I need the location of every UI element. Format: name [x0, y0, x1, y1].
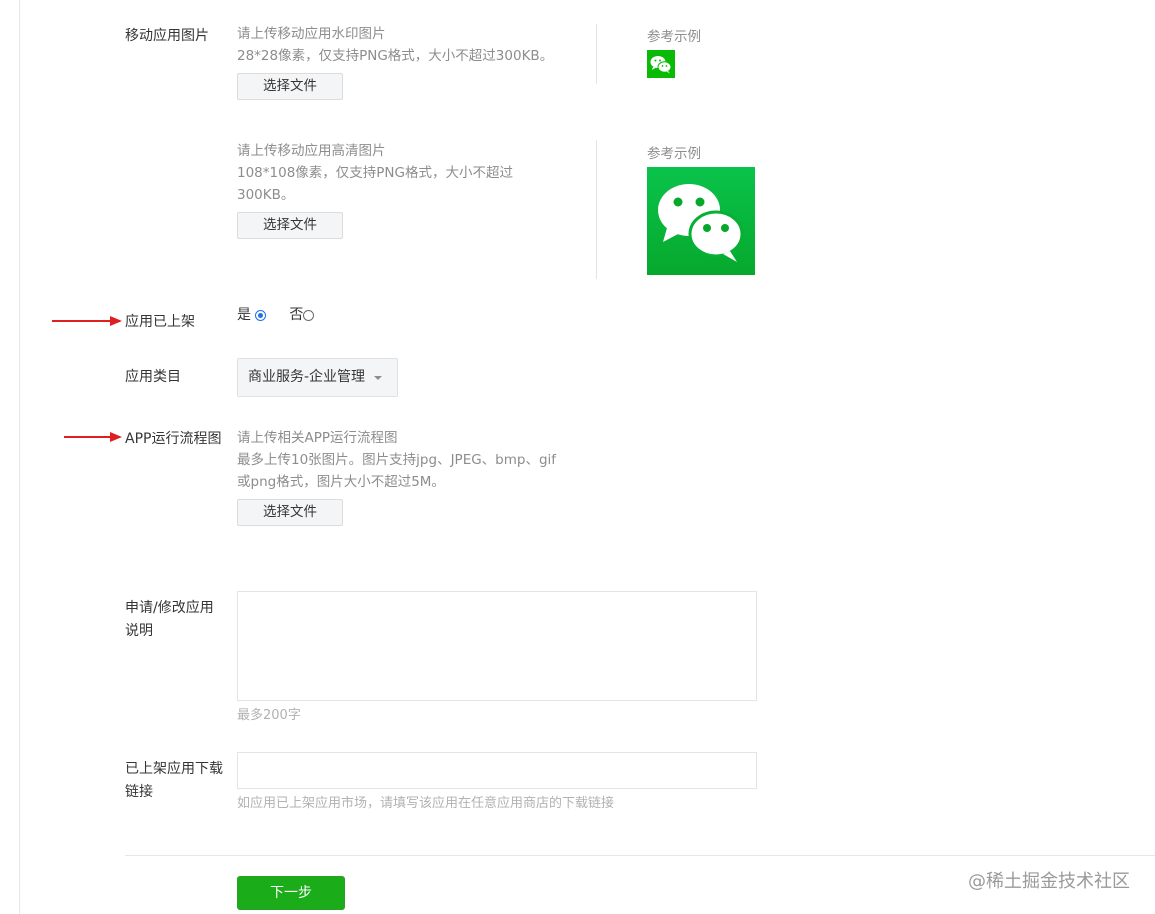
flowchart-tip-line2: 最多上传10张图片。图片支持jpg、JPEG、bmp、gif: [237, 452, 557, 468]
next-step-button[interactable]: 下一步: [237, 876, 345, 910]
listed-yes-radio[interactable]: [255, 309, 267, 321]
watermark-tip-line1: 请上传移动应用水印图片: [237, 26, 386, 42]
flowchart-choose-file-button[interactable]: 选择文件: [237, 499, 343, 526]
flowchart-tip: 请上传相关APP运行流程图 最多上传10张图片。图片支持jpg、JPEG、bmp…: [237, 427, 577, 493]
app-category-value: 商业服务-企业管理: [248, 369, 366, 385]
download-link-hint: 如应用已上架应用市场，请填写该应用在任意应用商店的下载链接: [237, 796, 615, 811]
hd-tip-line1: 请上传移动应用高清图片: [237, 143, 386, 159]
hd-tip-line2: 108*108像素，仅支持PNG格式，大小不超过: [237, 165, 513, 181]
hd-tip-line3: 300KB。: [237, 187, 295, 203]
annotation-arrow: [64, 432, 122, 442]
description-label-line2: 说明: [125, 623, 153, 639]
download-link-label: 已上架应用下载 链接: [125, 758, 223, 804]
description-label-line1: 申请/修改应用: [125, 600, 214, 616]
listed-yes-label: 是: [237, 307, 251, 323]
divider: [596, 140, 597, 279]
hd-image-tip: 请上传移动应用高清图片 108*108像素，仅支持PNG格式，大小不超过 300…: [237, 140, 537, 206]
download-link-input[interactable]: [237, 752, 757, 789]
mobile-app-image-label: 移动应用图片: [125, 28, 209, 44]
watermark-choose-file-button[interactable]: 选择文件: [237, 73, 343, 100]
watermark-tip-line2: 28*28像素，仅支持PNG格式，大小不超过300KB。: [237, 48, 554, 64]
download-link-label-line2: 链接: [125, 784, 153, 800]
application-description-label: 申请/修改应用 说明: [125, 597, 214, 643]
example-label: 参考示例: [647, 146, 701, 162]
app-flowchart-label: APP运行流程图: [125, 431, 222, 447]
caret-down-icon: [374, 376, 382, 380]
flowchart-tip-line3: 或png格式，图片大小不超过5M。: [237, 474, 445, 490]
footer-divider: [125, 855, 1155, 856]
app-category-label: 应用类目: [125, 369, 181, 385]
listed-no-label: 否: [289, 307, 304, 323]
annotation-arrow: [52, 316, 122, 326]
listed-radio-group: 是 否: [237, 305, 315, 325]
divider: [596, 24, 597, 84]
download-link-label-line1: 已上架应用下载: [125, 761, 223, 777]
wechat-small-example-icon: [647, 50, 675, 78]
flowchart-tip-line1: 请上传相关APP运行流程图: [237, 430, 398, 446]
app-category-select[interactable]: 商业服务-企业管理: [237, 358, 398, 397]
site-watermark: @稀土掘金技术社区: [968, 871, 1130, 892]
description-hint: 最多200字: [237, 708, 301, 723]
app-listed-label: 应用已上架: [125, 314, 195, 330]
application-description-textarea[interactable]: [237, 591, 757, 701]
example-label: 参考示例: [647, 29, 701, 45]
wechat-large-example-icon: [647, 167, 755, 275]
page-left-border: [19, 0, 20, 914]
watermark-image-tip: 请上传移动应用水印图片 28*28像素，仅支持PNG格式，大小不超过300KB。: [237, 23, 553, 67]
hd-choose-file-button[interactable]: 选择文件: [237, 212, 343, 239]
listed-no-radio[interactable]: [303, 309, 315, 321]
